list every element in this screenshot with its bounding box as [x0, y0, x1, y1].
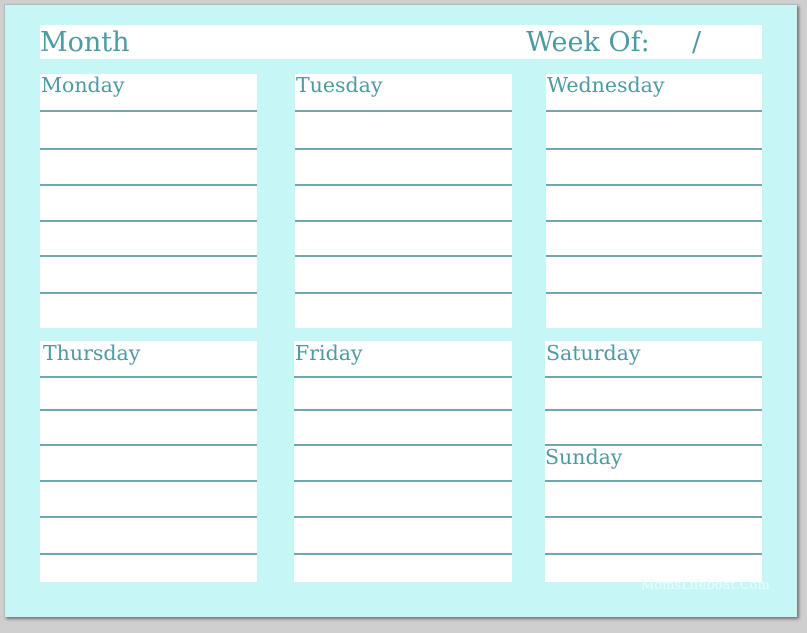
writing-line	[40, 480, 257, 482]
day-box-monday: Monday	[40, 73, 257, 328]
writing-line	[294, 444, 512, 446]
writing-line	[40, 292, 257, 294]
writing-line	[546, 148, 762, 150]
writing-line	[294, 376, 512, 378]
day-label-sunday: Sunday	[545, 445, 623, 469]
writing-line	[294, 409, 512, 411]
writing-line	[40, 184, 257, 186]
writing-line	[295, 110, 512, 112]
writing-line	[295, 220, 512, 222]
writing-line	[40, 376, 257, 378]
writing-line	[295, 148, 512, 150]
writing-line	[295, 292, 512, 294]
writing-line	[545, 516, 762, 518]
day-box-tuesday: Tuesday	[295, 73, 512, 328]
day-box-friday: Friday	[294, 341, 512, 582]
writing-line	[295, 255, 512, 257]
writing-line	[545, 553, 762, 555]
day-box-thursday: Thursday	[40, 341, 257, 582]
day-label-monday: Monday	[41, 73, 125, 97]
day-box-weekend: Saturday Sunday	[545, 341, 762, 582]
day-label-saturday: Saturday	[546, 341, 641, 365]
writing-line	[40, 110, 257, 112]
writing-line	[40, 444, 257, 446]
writing-line	[545, 480, 762, 482]
writing-line	[40, 516, 257, 518]
day-label-wednesday: Wednesday	[547, 73, 665, 97]
writing-line	[545, 376, 762, 378]
writing-line	[546, 220, 762, 222]
writing-line	[40, 148, 257, 150]
day-label-thursday: Thursday	[43, 341, 141, 365]
header-bar: Month Week Of: /	[40, 25, 762, 59]
writing-line	[294, 516, 512, 518]
writing-line	[295, 184, 512, 186]
writing-line	[546, 255, 762, 257]
writing-line	[294, 480, 512, 482]
writing-line	[40, 553, 257, 555]
writing-line	[545, 409, 762, 411]
day-label-friday: Friday	[295, 341, 363, 365]
day-box-wednesday: Wednesday	[546, 73, 762, 328]
watermark: MomsLifeboat.Com	[641, 578, 770, 593]
date-separator: /	[692, 27, 702, 58]
writing-line	[546, 110, 762, 112]
writing-line	[294, 553, 512, 555]
writing-line	[546, 184, 762, 186]
writing-line	[40, 255, 257, 257]
writing-line	[40, 409, 257, 411]
day-label-tuesday: Tuesday	[296, 73, 383, 97]
planner-page: Month Week Of: / Monday Tuesday Wednesda…	[4, 4, 797, 617]
writing-line	[546, 292, 762, 294]
week-of-label: Week Of:	[526, 27, 650, 58]
writing-line	[40, 220, 257, 222]
month-label: Month	[40, 27, 130, 58]
